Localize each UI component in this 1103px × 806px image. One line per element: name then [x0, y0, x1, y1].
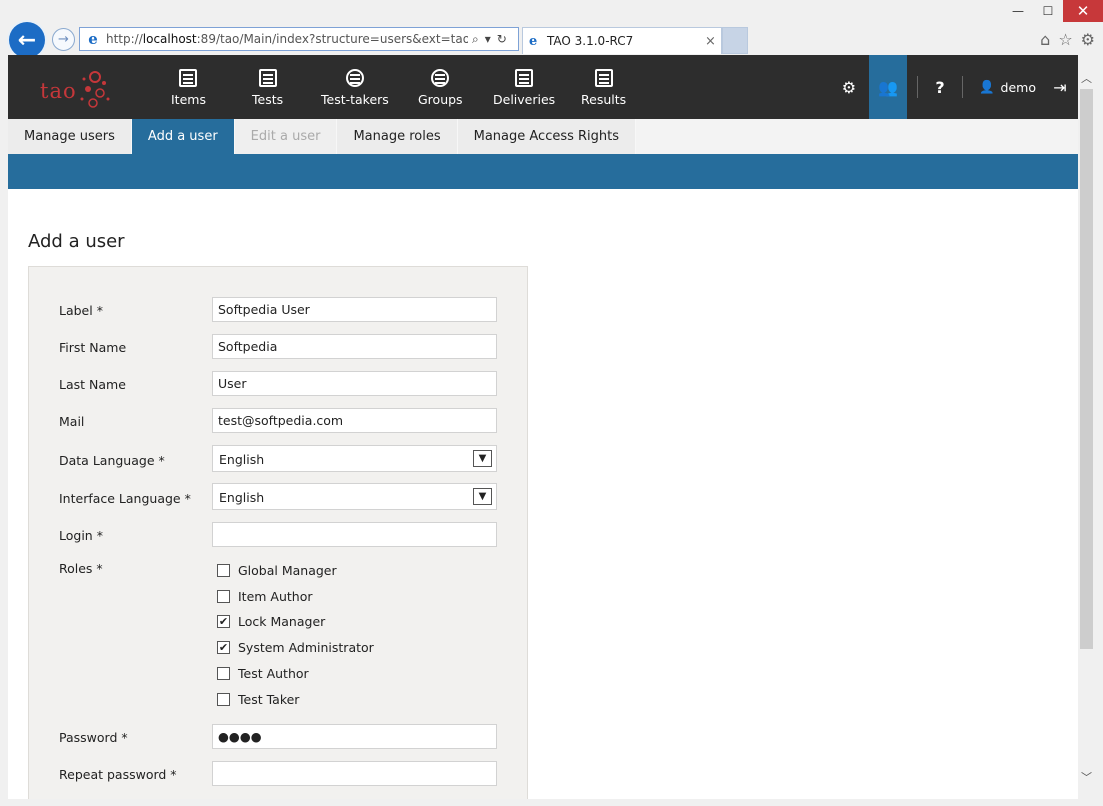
browser-chrome: — ☐ ✕ ← → e http://localhost:89/tao/Main… [0, 0, 1103, 58]
settings-gears-icon[interactable]: ⚙ [829, 55, 869, 119]
nav-results[interactable]: Results [581, 69, 626, 107]
repeat-password-input[interactable] [212, 761, 497, 786]
role-test-author[interactable]: Test Author [217, 666, 309, 681]
dropdown-icon[interactable]: ▾ [485, 32, 491, 47]
user-name: demo [1000, 79, 1036, 95]
browser-tools: ⌂ ☆ ⚙ [1040, 30, 1095, 49]
add-user-form: Label * First Name Last Name Mail Data L… [28, 266, 528, 799]
tests-icon [258, 69, 277, 87]
results-icon [594, 69, 613, 87]
tab-manage-access-rights[interactable]: Manage Access Rights [457, 119, 637, 154]
checkbox[interactable] [217, 693, 230, 706]
nav-groups[interactable]: Groups [418, 69, 463, 107]
items-icon [179, 69, 198, 87]
scroll-down-icon[interactable]: ﹀ [1078, 768, 1095, 785]
app-header: tao Items Tests Test-takers Groups Deliv… [8, 55, 1078, 119]
role-item-author[interactable]: Item Author [217, 589, 313, 604]
minimize-button[interactable]: — [1003, 0, 1033, 22]
ie-logo-icon: e [88, 30, 98, 48]
password-input[interactable] [212, 724, 497, 749]
last-name-label: Last Name [59, 377, 126, 392]
refresh-icon[interactable]: ↻ [497, 32, 507, 47]
test-taker-icon [345, 69, 364, 87]
header-divider [916, 76, 918, 98]
tab-close-button[interactable]: × [705, 34, 721, 49]
tab-title: TAO 3.1.0-RC7 [547, 34, 634, 48]
tab-edit-user: Edit a user [234, 119, 338, 154]
page-title: Add a user [28, 231, 125, 252]
header-actions: ⚙ 👥 ? 👤 demo ⇥ [829, 55, 1078, 119]
section-toolbar [8, 154, 1078, 189]
forward-button[interactable]: → [52, 28, 75, 51]
role-global-manager[interactable]: Global Manager [217, 563, 337, 578]
chevron-down-icon: ▼ [473, 450, 492, 467]
search-icon[interactable]: ⌕ [472, 32, 479, 47]
groups-icon [431, 69, 450, 87]
checkbox[interactable]: ✔ [217, 615, 230, 628]
interface-language-select[interactable]: English ▼ [212, 483, 497, 510]
close-window-button[interactable]: ✕ [1063, 0, 1103, 22]
new-tab-button[interactable] [722, 27, 748, 54]
help-button[interactable]: ? [928, 55, 952, 119]
tab-manage-roles[interactable]: Manage roles [337, 119, 458, 154]
nav-test-takers[interactable]: Test-takers [321, 69, 389, 107]
main-content: Add a user Label * First Name Last Name … [8, 189, 1078, 799]
label-input[interactable] [212, 297, 497, 322]
role-system-administrator[interactable]: ✔ System Administrator [217, 640, 374, 655]
checkbox[interactable] [217, 590, 230, 603]
deliveries-icon [515, 69, 534, 87]
login-label: Login * [59, 528, 103, 543]
chevron-down-icon: ▼ [473, 488, 492, 505]
password-label: Password * [59, 730, 128, 745]
window-controls: — ☐ ✕ [1003, 0, 1103, 24]
checkbox[interactable] [217, 667, 230, 680]
back-button[interactable]: ← [9, 22, 45, 58]
tab-manage-users[interactable]: Manage users [8, 119, 132, 154]
logout-icon[interactable]: ⇥ [1042, 55, 1078, 119]
first-name-label: First Name [59, 340, 127, 355]
settings-gear-icon[interactable]: ⚙ [1081, 30, 1095, 49]
repeat-password-label: Repeat password * [59, 767, 177, 782]
users-admin-icon[interactable]: 👥 [868, 55, 907, 119]
label-field-label: Label * [59, 303, 103, 318]
first-name-input[interactable] [212, 334, 497, 359]
checkbox[interactable]: ✔ [217, 641, 230, 654]
ie-logo-icon: e [529, 33, 538, 49]
arrow-right-icon: → [58, 32, 69, 47]
logo-dots-icon [80, 71, 110, 108]
nav-tests[interactable]: Tests [252, 69, 283, 107]
arrow-left-icon: ← [17, 27, 37, 53]
tao-logo[interactable]: tao [40, 65, 120, 109]
address-bar[interactable]: e http://localhost:89/tao/Main/index?str… [79, 27, 519, 51]
user-menu[interactable]: 👤 demo [973, 79, 1042, 95]
address-url[interactable]: http://localhost:89/tao/Main/index?struc… [106, 32, 468, 46]
nav-items[interactable]: Items [171, 69, 206, 107]
mail-label: Mail [59, 414, 85, 429]
role-test-taker[interactable]: Test Taker [217, 692, 299, 707]
data-language-select[interactable]: English ▼ [212, 445, 497, 472]
checkbox[interactable] [217, 564, 230, 577]
login-input[interactable] [212, 522, 497, 547]
browser-tab[interactable]: e TAO 3.1.0-RC7 × [522, 27, 722, 54]
scroll-thumb[interactable] [1080, 89, 1093, 649]
role-lock-manager[interactable]: ✔ Lock Manager [217, 614, 325, 629]
tab-add-user[interactable]: Add a user [131, 119, 235, 154]
favorites-star-icon[interactable]: ☆ [1058, 30, 1072, 49]
roles-label: Roles * [59, 561, 103, 576]
maximize-button[interactable]: ☐ [1033, 0, 1063, 22]
user-icon: 👤 [978, 79, 995, 94]
scroll-up-icon[interactable]: ︿ [1078, 69, 1095, 86]
last-name-input[interactable] [212, 371, 497, 396]
header-divider [961, 76, 963, 98]
mail-input[interactable] [212, 408, 497, 433]
interface-language-label: Interface Language * [59, 491, 191, 506]
data-language-label: Data Language * [59, 453, 165, 468]
window-frame [0, 799, 1103, 806]
section-tabs: Manage users Add a user Edit a user Mana… [8, 119, 1078, 154]
nav-deliveries[interactable]: Deliveries [493, 69, 555, 107]
vertical-scrollbar[interactable]: ︿ ﹀ [1078, 55, 1095, 799]
home-icon[interactable]: ⌂ [1040, 30, 1050, 49]
